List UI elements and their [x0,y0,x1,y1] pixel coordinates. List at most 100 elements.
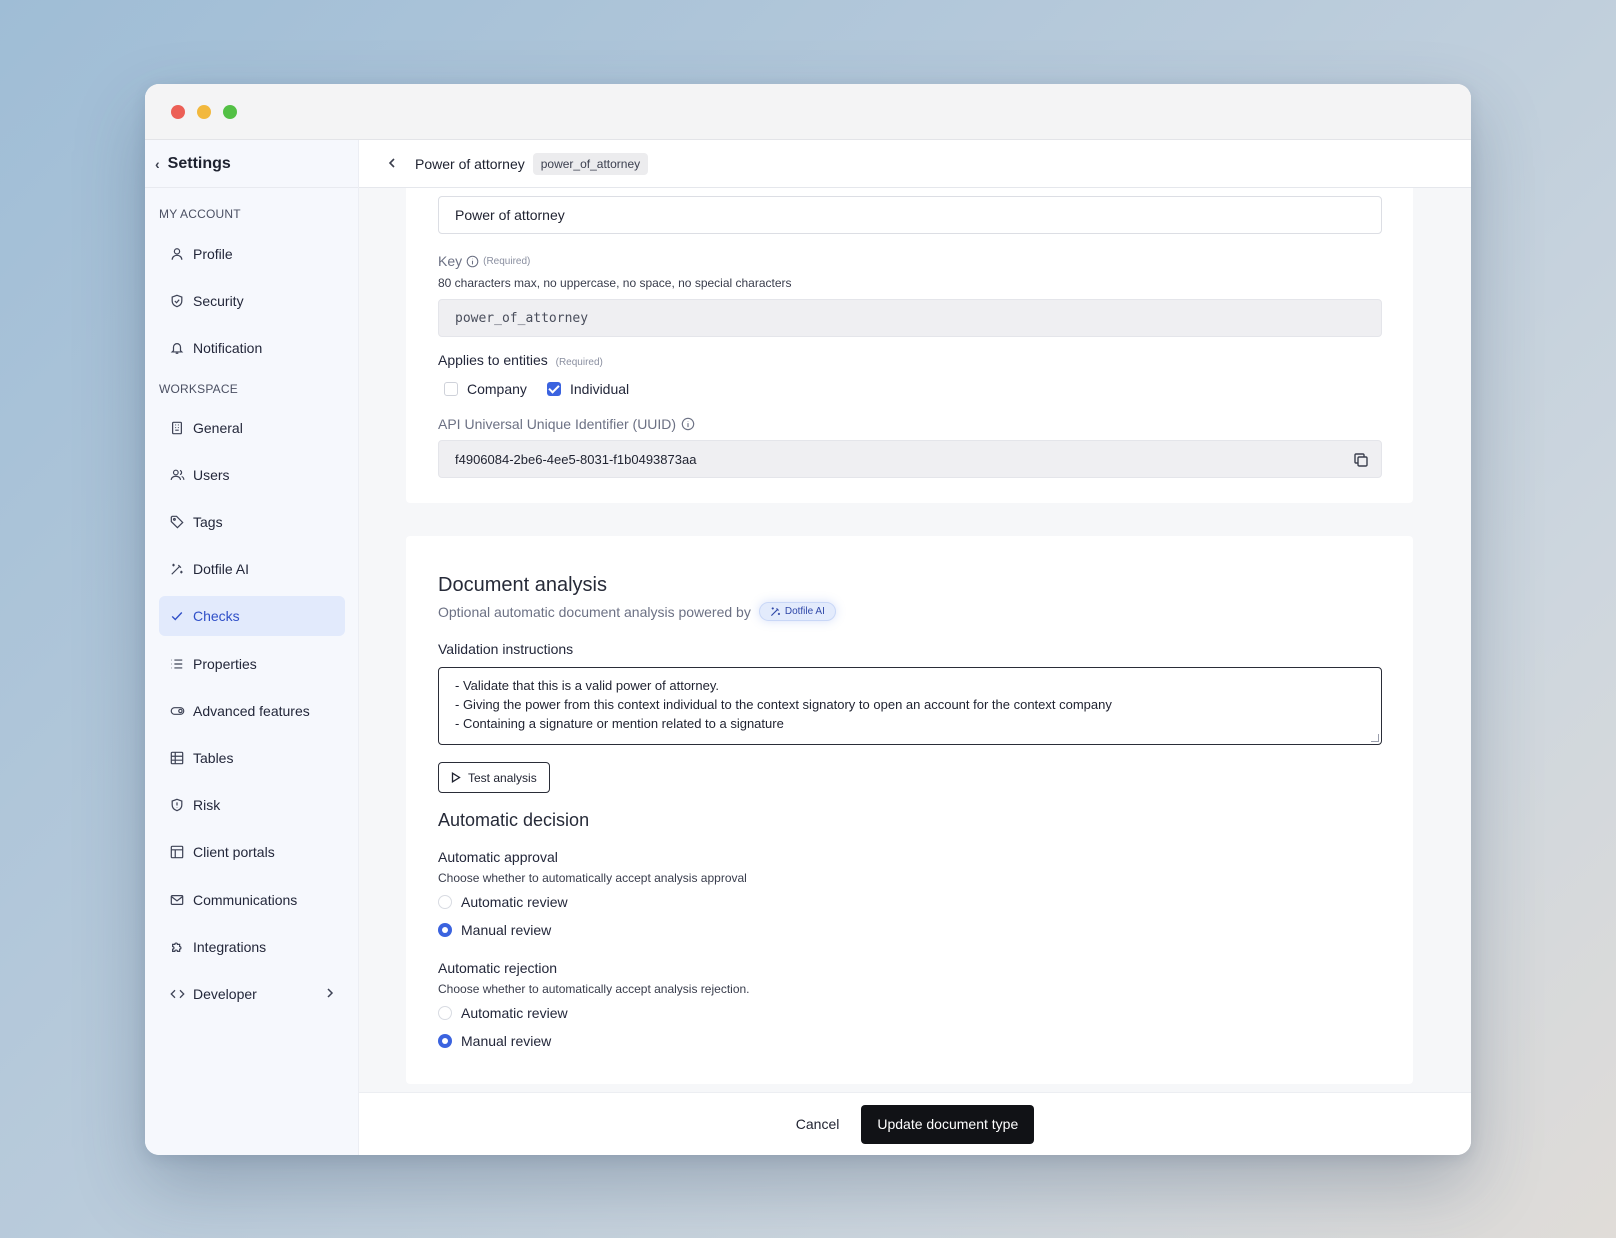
uuid-label: API Universal Unique Identifier (UUID) [438,416,677,432]
list-icon [169,656,185,672]
chevron-right-icon [325,986,335,1002]
name-input[interactable]: Power of attorney [438,196,1382,234]
play-icon [451,772,461,783]
radio-selected[interactable] [438,923,452,937]
maximize-window-button[interactable] [223,105,237,119]
option-label: Automatic review [461,894,568,910]
sidebar-title: Settings [167,154,231,172]
required-tag: (Required) [483,255,531,267]
info-icon[interactable] [466,255,479,268]
sidebar-item-integrations[interactable]: Integrations [159,927,345,967]
puzzle-icon [169,939,185,955]
rejection-automatic-review-radio[interactable]: Automatic review [438,1005,568,1021]
sidebar-item-developer[interactable]: Developer [159,974,345,1014]
key-chip: power_of_attorney [532,152,649,175]
uuid-value: f4906084-2be6-4ee5-8031-f1b0493873aa [455,451,697,467]
automatic-approval-hint: Choose whether to automatically accept a… [438,871,747,885]
approval-manual-review-radio[interactable]: Manual review [438,922,551,938]
minimize-window-button[interactable] [197,105,211,119]
section-my-account: MY ACCOUNT [159,207,241,221]
option-label: Manual review [461,922,552,938]
approval-automatic-review-radio[interactable]: Automatic review [438,894,568,910]
entity-company-checkbox[interactable]: Company [444,381,527,397]
entity-company-label: Company [467,381,527,397]
radio-selected[interactable] [438,1034,452,1048]
validation-instructions-textarea[interactable]: - Validate that this is a valid power of… [438,667,1382,745]
sidebar-item-users[interactable]: Users [159,455,345,495]
sidebar-item-label: Communications [193,892,298,908]
entities-label-row: Applies to entities (Required) [438,352,603,368]
uuid-label-row: API Universal Unique Identifier (UUID) [438,416,695,432]
sidebar-item-properties[interactable]: Properties [159,644,345,684]
checkbox-unchecked[interactable] [444,382,458,396]
info-icon[interactable] [681,417,695,431]
sidebar-item-general[interactable]: General [159,408,345,448]
automatic-rejection-label: Automatic rejection [438,960,558,976]
analysis-subtitle-row: Optional automatic document analysis pow… [438,602,836,621]
sidebar-item-client-portals[interactable]: Client portals [159,832,345,872]
dotfile-ai-badge: Dotfile AI [758,602,836,621]
sidebar-item-label: Tags [193,514,223,530]
option-label: Automatic review [461,1005,568,1021]
document-analysis-card: Document analysis Optional automatic doc… [406,536,1413,1084]
page-title: Power of attorney [415,155,525,172]
key-label: Key [438,253,463,269]
sidebar-item-label: Integrations [193,939,267,955]
user-icon [169,246,185,262]
entity-individual-checkbox[interactable]: Individual [547,381,629,397]
sidebar-item-advanced-features[interactable]: Advanced features [159,691,345,731]
sidebar-item-label: Advanced features [193,703,310,719]
entity-individual-label: Individual [570,381,630,397]
settings-back-link[interactable]: ‹ Settings [145,140,358,188]
analysis-subtitle: Optional automatic document analysis pow… [438,603,751,620]
sidebar-item-tables[interactable]: Tables [159,738,345,778]
automatic-rejection-hint: Choose whether to automatically accept a… [438,982,750,996]
sidebar-item-label: Notification [193,340,263,356]
resize-handle[interactable] [1371,734,1379,742]
sidebar-item-notification[interactable]: Notification [159,328,345,368]
page-header: Power of attorney power_of_attorney [359,140,1471,188]
check-icon [169,608,185,624]
sidebar-item-label: General [193,420,243,436]
sidebar-item-label: Risk [193,797,221,813]
radio-unselected[interactable] [438,1006,452,1020]
update-document-type-button[interactable]: Update document type [861,1104,1035,1144]
required-tag: (Required) [555,357,603,368]
sidebar-item-risk[interactable]: Risk [159,785,345,825]
key-input[interactable]: power_of_attorney [438,299,1382,337]
layout-icon [169,844,185,860]
section-workspace: WORKSPACE [159,382,238,396]
test-analysis-label: Test analysis [468,770,537,785]
test-analysis-button[interactable]: Test analysis [438,762,550,793]
tag-icon [169,514,185,530]
cancel-button[interactable]: Cancel [796,1116,840,1132]
toggle-icon [169,703,185,719]
sidebar-item-checks[interactable]: Checks [159,596,345,636]
sidebar-item-security[interactable]: Security [159,281,345,321]
mail-icon [169,892,185,908]
instructions-label: Validation instructions [438,641,574,657]
title-bar [145,84,1471,140]
radio-unselected[interactable] [438,895,452,909]
sidebar-item-label: Dotfile AI [193,561,250,577]
sidebar-item-label: Tables [193,750,234,766]
rejection-manual-review-radio[interactable]: Manual review [438,1033,551,1049]
code-icon [169,986,185,1002]
sidebar-item-tags[interactable]: Tags [159,502,345,542]
checkbox-checked[interactable] [547,382,561,396]
sidebar-item-dotfile-ai[interactable]: Dotfile AI [159,549,345,589]
settings-sidebar: ‹ Settings MY ACCOUNT Profile Security N… [145,140,359,1155]
option-label: Manual review [461,1033,552,1049]
close-window-button[interactable] [171,105,185,119]
sidebar-item-communications[interactable]: Communications [159,880,345,920]
sidebar-item-label: Profile [193,246,233,262]
sidebar-item-label: Security [193,293,244,309]
form-footer: Cancel Update document type [359,1092,1471,1155]
sidebar-item-profile[interactable]: Profile [159,234,345,274]
document-type-details-card: Power of attorney Key (Required) 80 char… [406,188,1413,503]
copy-icon[interactable] [1353,452,1369,468]
shield-icon [169,293,185,309]
back-chevron-icon[interactable] [387,156,397,172]
analysis-title: Document analysis [438,574,607,596]
bell-icon [169,340,185,356]
